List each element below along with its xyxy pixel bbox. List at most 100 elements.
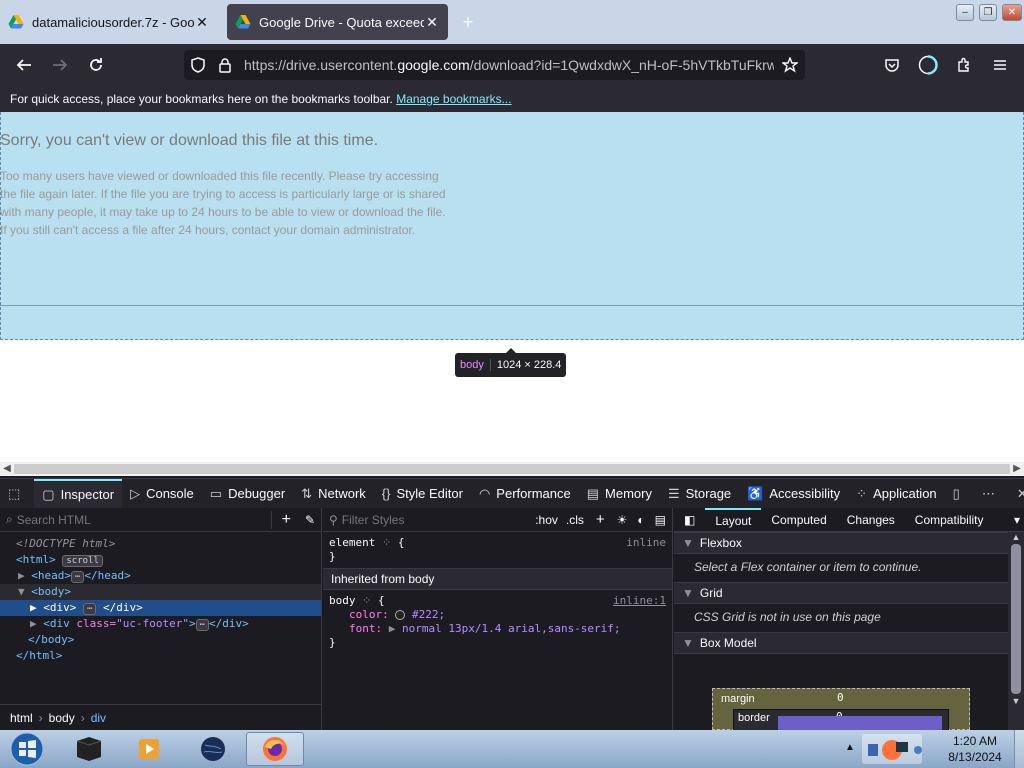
bookmark-star-button[interactable]	[774, 50, 805, 80]
scroll-up-icon[interactable]: ▲	[1008, 532, 1024, 542]
head-node[interactable]: ▶ <head> ⋯ </head>	[0, 568, 321, 584]
flexbox-section-header[interactable]: ▼ Flexbox	[674, 532, 1024, 554]
tab-datamaliciousorder[interactable]: datamaliciousorder.7z - Google ✕	[0, 4, 218, 40]
taskbar-terminal[interactable]	[64, 732, 114, 766]
filter-icon: ⚲	[329, 512, 338, 527]
extensions-button[interactable]	[952, 53, 976, 77]
shield-icon[interactable]	[190, 57, 206, 73]
breadcrumb-div[interactable]: div	[91, 711, 106, 725]
taskbar-media-player[interactable]	[124, 732, 174, 766]
tab-changes[interactable]: Changes	[837, 513, 905, 527]
element-picker-button[interactable]: ⬚	[0, 479, 34, 509]
notification-area[interactable]	[862, 734, 922, 764]
account-button[interactable]	[916, 53, 940, 77]
tab-network[interactable]: ⇅ Network	[293, 479, 374, 509]
grid-message: CSS Grid is not in use on this page	[694, 610, 881, 624]
cls-button[interactable]: .cls	[566, 513, 584, 527]
collapse-arrow-icon[interactable]: ▼	[18, 585, 31, 598]
tab-application[interactable]: ⁘ Application	[848, 479, 945, 509]
responsive-design-button[interactable]: ▯	[945, 479, 974, 509]
color-declaration[interactable]: color: #222;	[329, 608, 666, 622]
grid-section-header[interactable]: ▼ Grid	[674, 582, 1024, 604]
minimize-button[interactable]: –	[956, 4, 974, 21]
expand-arrow-icon[interactable]: ▶	[30, 617, 43, 630]
body-source-link[interactable]: inline:1	[613, 594, 666, 608]
url-bar[interactable]: https://drive.usercontent.google.com/dow…	[184, 50, 805, 80]
forward-button[interactable]	[48, 53, 72, 77]
tab-google-drive-quota[interactable]: Google Drive - Quota exceeded ✕	[227, 4, 448, 40]
tab-title: datamaliciousorder.7z - Google	[32, 14, 194, 30]
horizontal-scrollbar[interactable]: ◀ ▶	[0, 462, 1024, 476]
box-model-section-header[interactable]: ▼ Box Model	[674, 632, 1024, 654]
tab-layout[interactable]: Layout	[705, 507, 762, 532]
tab-computed[interactable]: Computed	[761, 513, 836, 527]
div-node-selected[interactable]: ▶ <div> ⋯ </div>	[0, 600, 321, 616]
show-hidden-icons[interactable]: ▲	[845, 742, 855, 753]
tab-debugger[interactable]: ▭ Debugger	[202, 479, 293, 509]
scroll-down-icon[interactable]: ▼	[1008, 696, 1024, 706]
body-node[interactable]: ▼ <body>	[0, 584, 321, 600]
tab-style-editor[interactable]: {} Style Editor	[374, 479, 471, 509]
color-swatch-icon[interactable]	[395, 610, 406, 620]
tab-compatibility[interactable]: Compatibility	[905, 513, 994, 527]
tab-memory[interactable]: ▤ Memory	[579, 479, 660, 509]
margin-value[interactable]: 0	[837, 691, 844, 704]
network-icon: ⇅	[301, 485, 313, 501]
tab-console[interactable]: ▷ Console	[122, 479, 202, 509]
add-node-icon[interactable]: +	[270, 510, 291, 529]
scroll-left-icon[interactable]: ◀	[0, 462, 14, 476]
url-text[interactable]: https://drive.usercontent.google.com/dow…	[244, 57, 777, 73]
console-icon: ▷	[130, 485, 141, 501]
scroll-badge[interactable]: scroll	[62, 555, 103, 567]
start-button[interactable]	[2, 732, 52, 766]
tab-accessibility[interactable]: ♿ Accessibility	[739, 479, 848, 509]
scrollbar-thumb[interactable]	[14, 464, 1010, 474]
search-html-input[interactable]	[16, 512, 237, 527]
page-content: Sorry, you can't view or download this f…	[0, 112, 1024, 462]
maximize-button[interactable]: ❐	[979, 4, 997, 21]
close-tab-icon[interactable]: ✕	[194, 14, 210, 31]
breadcrumb-body[interactable]: body	[49, 711, 75, 725]
pocket-button[interactable]	[880, 53, 904, 77]
font-declaration[interactable]: font: ▶ normal 13px/1.4 arial,sans-serif…	[329, 622, 666, 636]
taskbar-browser[interactable]	[188, 732, 238, 766]
lock-icon[interactable]	[218, 57, 232, 73]
tab-storage[interactable]: ☰ Storage	[660, 479, 739, 509]
close-tab-icon[interactable]: ✕	[424, 14, 440, 31]
light-theme-icon[interactable]: ☀	[617, 513, 628, 527]
filter-styles-input[interactable]	[341, 512, 492, 527]
toggle-sidebar-icon[interactable]: ◧	[674, 513, 705, 527]
close-window-button[interactable]: ✕	[1002, 4, 1022, 21]
expand-shorthand-icon[interactable]: ▶	[389, 622, 396, 635]
tab-inspector[interactable]: ▢ Inspector	[34, 478, 123, 509]
html-node[interactable]: <html> scroll	[0, 552, 321, 568]
hov-button[interactable]: :hov	[535, 513, 558, 527]
scroll-right-icon[interactable]: ▶	[1010, 462, 1024, 476]
expand-arrow-icon[interactable]: ▶	[18, 569, 31, 582]
close-devtools-button[interactable]: ✕	[1009, 479, 1024, 509]
eyedropper-icon[interactable]: ✎	[305, 513, 315, 527]
taskbar-clock[interactable]: 1:20 AM 8/13/2024	[940, 733, 1010, 765]
puzzle-icon	[958, 57, 969, 72]
breadcrumb-html[interactable]: html	[10, 711, 33, 725]
dark-theme-icon[interactable]: ◐	[637, 513, 644, 527]
reload-button[interactable]	[84, 53, 108, 77]
scrollbar-thumb[interactable]	[1011, 544, 1021, 694]
footer-div-node[interactable]: ▶ <div class="uc-footer"> ⋯ </div>	[0, 616, 321, 632]
devtools-menu-button[interactable]: ⋯	[974, 479, 1009, 509]
tabs-overflow-icon[interactable]: ▾	[1014, 513, 1024, 527]
new-tab-button[interactable]: +	[456, 10, 480, 34]
expand-arrow-icon[interactable]: ▶	[30, 601, 43, 614]
taskbar-firefox[interactable]	[246, 732, 304, 766]
responsive-icon: ▯	[952, 485, 960, 501]
show-desktop-button[interactable]	[1014, 730, 1024, 768]
manage-bookmarks-link[interactable]: Manage bookmarks...	[396, 92, 511, 106]
print-media-icon[interactable]: ▤	[655, 513, 666, 527]
element-source: inline	[626, 536, 666, 549]
back-button[interactable]	[12, 53, 36, 77]
sidebar-scrollbar[interactable]: ▲ ▼	[1008, 532, 1024, 730]
menu-button[interactable]	[988, 53, 1012, 77]
navigation-toolbar: https://drive.usercontent.google.com/dow…	[0, 44, 1024, 86]
add-rule-icon[interactable]: +	[596, 511, 605, 528]
tab-performance[interactable]: ◠ Performance	[471, 479, 579, 509]
